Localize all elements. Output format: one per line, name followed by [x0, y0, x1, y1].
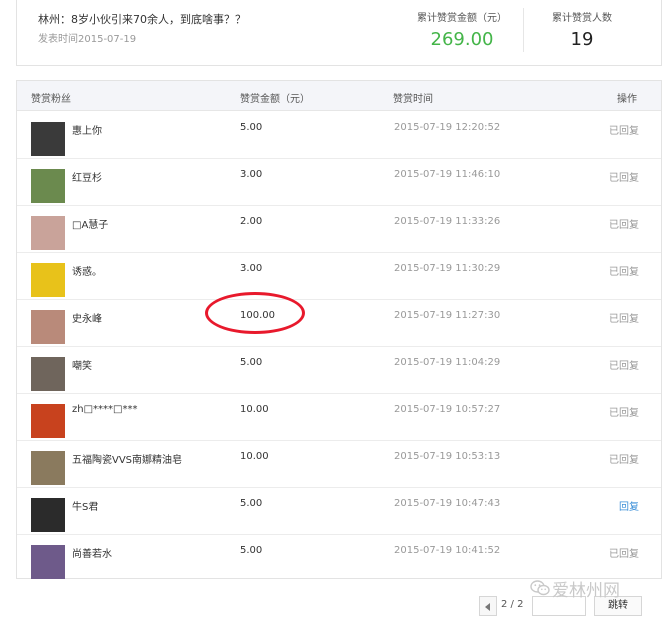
publish-date: 发表时间2015-07-19: [38, 34, 137, 45]
table-row: 惠上你 5.00 2015-07-19 12:20:52 已回复: [17, 112, 661, 159]
reward-amount: 10.00: [240, 451, 269, 462]
reward-time: 2015-07-19 11:33:26: [394, 216, 501, 227]
watermark: 爱林州网: [530, 576, 620, 601]
total-people-stat: 累计赞赏人数 19: [527, 9, 637, 50]
avatar[interactable]: [31, 263, 65, 297]
table-row: 尚善若水 5.00 2015-07-19 10:41:52 已回复: [17, 535, 661, 582]
reward-amount: 5.00: [240, 545, 263, 556]
avatar[interactable]: [31, 122, 65, 156]
reward-time: 2015-07-19 12:20:52: [394, 122, 501, 133]
table-row: zh□****□*** 10.00 2015-07-19 10:57:27 已回复: [17, 394, 661, 441]
article-title[interactable]: 林州：8岁小伙引来70余人，到底啥事？？: [38, 11, 246, 27]
avatar[interactable]: [31, 216, 65, 250]
table-row: □A慧子 2.00 2015-07-19 11:33:26 已回复: [17, 206, 661, 253]
fan-nickname[interactable]: 牛S君: [72, 498, 98, 513]
avatar[interactable]: [31, 357, 65, 391]
reward-time: 2015-07-19 10:47:43: [394, 498, 501, 509]
table-row: 诱惑。 3.00 2015-07-19 11:30:29 已回复: [17, 253, 661, 300]
avatar[interactable]: [31, 404, 65, 438]
fan-nickname[interactable]: 尚善若水: [72, 545, 112, 560]
avatar[interactable]: [31, 310, 65, 344]
table-row: 史永峰 100.00 2015-07-19 11:27:30 已回复: [17, 300, 661, 347]
fan-nickname[interactable]: 嘲笑: [72, 357, 92, 372]
total-people-label: 累计赞赏人数: [552, 13, 612, 24]
reward-page: 林州：8岁小伙引来70余人，到底啥事？？ 发表时间2015-07-19 累计赞赏…: [0, 0, 670, 621]
wechat-icon: [530, 580, 550, 601]
watermark-text: 爱林州网: [552, 581, 620, 601]
avatar[interactable]: [31, 498, 65, 532]
reward-time: 2015-07-19 11:04:29: [394, 357, 501, 368]
table-row: 红豆杉 3.00 2015-07-19 11:46:10 已回复: [17, 159, 661, 206]
replied-status: 已回复: [609, 220, 639, 231]
page-indicator: 2 / 2: [501, 599, 524, 610]
reward-time: 2015-07-19 11:46:10: [394, 169, 501, 180]
reward-time: 2015-07-19 10:41:52: [394, 545, 501, 556]
avatar[interactable]: [31, 545, 65, 579]
reward-time: 2015-07-19 11:30:29: [394, 263, 501, 274]
reward-time: 2015-07-19 11:27:30: [394, 310, 501, 321]
prev-page-button[interactable]: [479, 596, 497, 616]
replied-status: 已回复: [609, 314, 639, 325]
reward-amount: 2.00: [240, 216, 263, 227]
table-header: 赞赏粉丝 赞赏金额（元） 赞赏时间 操作: [17, 81, 661, 111]
article-summary-card: 林州：8岁小伙引来70余人，到底啥事？？ 发表时间2015-07-19 累计赞赏…: [16, 0, 662, 66]
fan-nickname[interactable]: zh□****□***: [72, 404, 137, 415]
red-circle-highlight: [205, 292, 305, 334]
reward-amount: 3.00: [240, 169, 263, 180]
reward-amount: 3.00: [240, 263, 263, 274]
avatar[interactable]: [31, 169, 65, 203]
replied-status: 已回复: [609, 361, 639, 372]
reward-time: 2015-07-19 10:53:13: [394, 451, 501, 462]
replied-status: 已回复: [609, 126, 639, 137]
reward-table: 赞赏粉丝 赞赏金额（元） 赞赏时间 操作 惠上你 5.00 2015-07-19 1…: [16, 80, 662, 579]
total-amount-value: 269.00: [430, 29, 494, 50]
fan-nickname[interactable]: 五福陶瓷VVS南娜精油皂: [72, 451, 182, 466]
total-amount-stat: 累计赞赏金额（元） 269.00: [407, 9, 517, 50]
header-amount: 赞赏金额（元）: [240, 94, 310, 105]
stat-divider: [523, 8, 524, 52]
fan-nickname[interactable]: □A慧子: [72, 216, 108, 231]
reward-time: 2015-07-19 10:57:27: [394, 404, 501, 415]
replied-status: 已回复: [609, 455, 639, 466]
replied-status: 已回复: [609, 173, 639, 184]
header-fan: 赞赏粉丝: [31, 94, 71, 105]
table-row: 五福陶瓷VVS南娜精油皂 10.00 2015-07-19 10:53:13 已回复: [17, 441, 661, 488]
replied-status: 已回复: [609, 549, 639, 560]
avatar[interactable]: [31, 451, 65, 485]
table-row: 牛S君 5.00 2015-07-19 10:47:43 回复: [17, 488, 661, 535]
reward-amount: 5.00: [240, 357, 263, 368]
replied-status: 已回复: [609, 408, 639, 419]
replied-status: 已回复: [609, 267, 639, 278]
fan-nickname[interactable]: 红豆杉: [72, 169, 102, 184]
table-row: 嘲笑 5.00 2015-07-19 11:04:29 已回复: [17, 347, 661, 394]
header-time: 赞赏时间: [393, 94, 433, 105]
header-action: 操作: [617, 94, 637, 105]
fan-nickname[interactable]: 诱惑。: [72, 263, 102, 278]
reply-button[interactable]: 回复: [619, 498, 639, 513]
fan-nickname[interactable]: 惠上你: [72, 122, 102, 137]
total-people-value: 19: [570, 29, 594, 50]
fan-nickname[interactable]: 史永峰: [72, 310, 102, 325]
reward-amount: 5.00: [240, 498, 263, 509]
reward-amount: 5.00: [240, 122, 263, 133]
total-amount-label: 累计赞赏金额（元）: [417, 13, 507, 24]
reward-amount: 10.00: [240, 404, 269, 415]
